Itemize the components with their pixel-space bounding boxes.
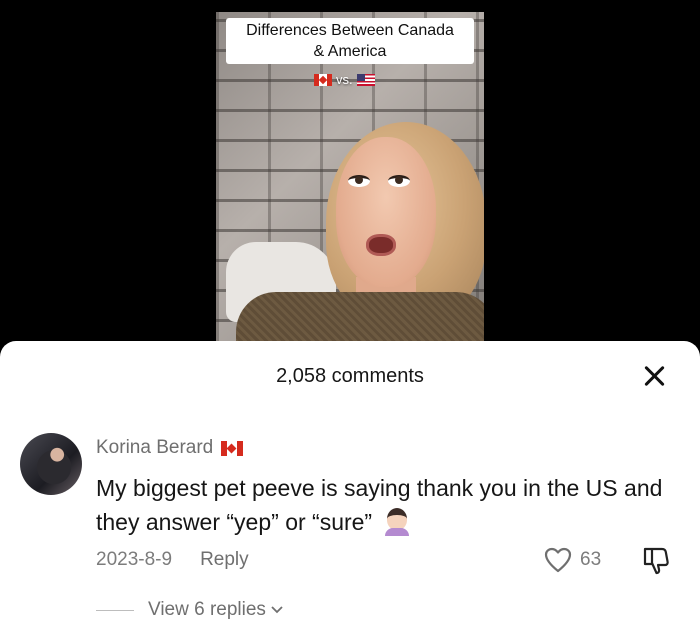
comment-meta: 2023-8-9 Reply	[96, 549, 249, 571]
video-player[interactable]: Differences Between Canada & America vs.	[0, 0, 700, 360]
canada-flag-icon	[221, 440, 244, 456]
dislike-button[interactable]	[640, 545, 672, 582]
heart-icon	[544, 547, 572, 573]
comment-text: My biggest pet peeve is saying thank you…	[96, 471, 686, 539]
comment-date: 2023-8-9	[96, 549, 173, 570]
video-face	[336, 137, 436, 287]
video-eye-right	[388, 175, 410, 187]
us-flag-icon	[356, 73, 375, 86]
comments-sheet: 2,058 comments Korina Berard My biggest …	[0, 341, 700, 635]
comments-count-title: 2,058 comments	[276, 365, 424, 387]
vs-text: vs.	[336, 72, 353, 87]
close-icon[interactable]	[640, 361, 670, 391]
comment-author[interactable]: Korina Berard	[96, 437, 244, 459]
woman-facepalming-icon	[382, 506, 412, 536]
reply-button[interactable]: Reply	[200, 549, 249, 571]
video-mouth	[366, 234, 396, 256]
view-replies-label[interactable]: View 6 replies	[148, 599, 266, 621]
replies-divider	[96, 609, 134, 611]
comment-body: My biggest pet peeve is saying thank you…	[96, 475, 663, 535]
chevron-down-icon	[271, 606, 283, 614]
view-replies-button[interactable]: View 6 replies	[96, 599, 284, 621]
canada-flag-icon	[314, 73, 332, 86]
video-caption-line2: & America	[313, 43, 387, 60]
like-count: 63	[580, 549, 602, 570]
video-eye-left	[348, 175, 370, 187]
video-caption-line1: Differences Between Canada	[246, 22, 454, 39]
dislike-icon	[643, 547, 669, 575]
video-vs-line: vs.	[314, 72, 375, 87]
comment-author-name[interactable]: Korina Berard	[96, 437, 213, 459]
video-caption: Differences Between Canada & America	[226, 18, 474, 64]
like-button[interactable]: 63	[544, 547, 601, 573]
avatar[interactable]	[20, 433, 82, 495]
